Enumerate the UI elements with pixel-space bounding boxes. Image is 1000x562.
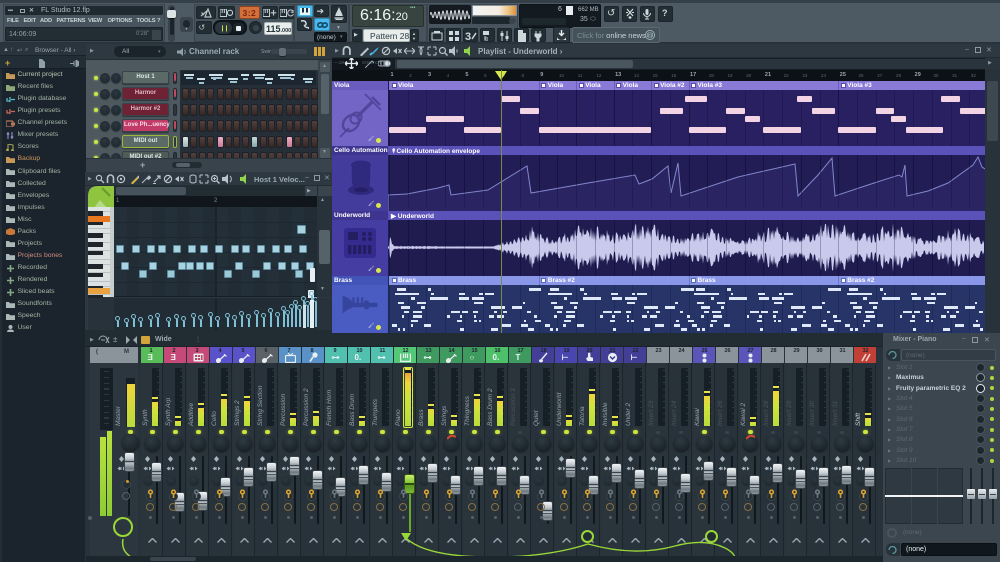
svg-text:3: 3 bbox=[465, 31, 471, 42]
